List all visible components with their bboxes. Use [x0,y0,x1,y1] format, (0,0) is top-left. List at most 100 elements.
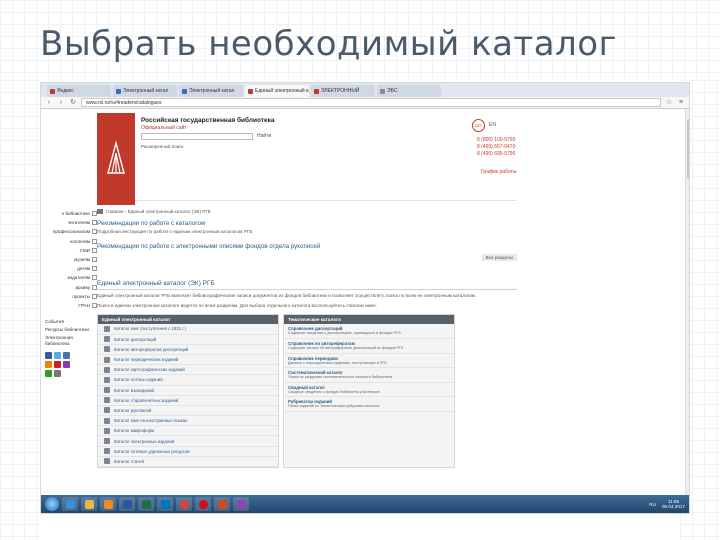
catalog-row[interactable]: Каталог авторефератов диссертаций [98,345,278,355]
browser-tab[interactable]: ЭЛЕКТРОННЫЙ [311,85,375,97]
scroll-thumb[interactable] [687,119,689,179]
catalog-row[interactable]: Каталог книг на иностранных языках [98,416,278,427]
sidebar-item-label: издателям [67,275,91,281]
sidebar-item[interactable]: архиву [41,283,99,292]
sidebar-item[interactable]: проекты [41,292,99,301]
catalog-link[interactable]: Каталог диссертаций [114,337,156,342]
sidebar-item[interactable]: профессионалам [41,227,99,236]
search-input[interactable] [141,133,253,140]
catalog-row[interactable]: Каталог нотных изданий [98,375,278,386]
social-icon[interactable] [45,361,52,369]
sidebar-item[interactable]: читателям [41,218,99,227]
social-icon[interactable] [45,370,52,378]
browser-tab[interactable]: Яндекс [47,85,111,97]
catalog-row[interactable]: Каталог изоизданий [98,386,278,396]
sidebar-item-label: коллегам [70,238,90,244]
browser-tab[interactable]: Электронный катал [179,85,243,97]
advanced-search-link[interactable]: Расширенный поиск [141,144,183,149]
url-input[interactable]: www.rsl.ru/ru/4readers/catalogues [81,98,661,107]
catalog-row[interactable]: Каталог диссертаций [98,335,278,345]
phone-numbers: 8 (800) 100-5790 8 (499) 557-0470 8 (495… [477,137,515,158]
taskbar-opera-icon[interactable] [195,497,211,511]
thematic-catalog-row[interactable]: Справочник периодики Данные о периодическ… [284,354,454,369]
catalog-link[interactable]: Каталог нотных изданий [114,377,163,382]
taskbar-explorer-icon[interactable] [81,497,97,511]
back-icon[interactable]: ‹ [45,99,53,107]
sidebar-item[interactable]: издателям [41,273,99,282]
catalog-link[interactable]: Каталог статей [114,459,144,464]
section-guide-title[interactable]: Рекомендации по работе с каталогом [97,220,517,227]
catalog-row[interactable]: Каталог книг (поступления с 1831 г.) [98,324,278,335]
thematic-catalog-row[interactable]: Сводный каталог Сводные сведения о фондах… [284,383,454,398]
catalog-row[interactable]: Каталог электронных изданий [98,436,278,447]
taskbar-paint-icon[interactable] [233,497,249,511]
sidebar-link[interactable]: События [41,318,99,326]
catalog-row[interactable]: Каталог периодических изданий [98,355,278,366]
clock[interactable]: 11:55 05.04.2017 [662,499,685,510]
sidebar-item[interactable]: ГРАН [41,301,99,310]
taskbar-chrome-icon[interactable] [176,497,192,511]
start-button[interactable] [45,497,59,511]
taskbar-outlook-icon[interactable] [157,497,173,511]
taskbar-ie-icon[interactable] [62,497,78,511]
sidebar-link[interactable]: Ресурсы библиотеки [41,326,99,334]
social-icon[interactable] [45,352,52,360]
browser-tab[interactable]: Единый электронный ка [245,85,309,97]
catalog-row[interactable]: Каталог старопечатных изданий [98,396,278,406]
social-icon[interactable] [63,352,70,360]
home-icon[interactable] [97,209,103,214]
taskbar-media-icon[interactable] [100,497,116,511]
taskbar-powerpoint-icon[interactable] [214,497,230,511]
thematic-catalog-row[interactable]: Справочник диссертаций Содержит сведения … [284,324,454,339]
sidebar-item[interactable]: музеям [41,255,99,264]
catalog-row[interactable]: Каталог сетевых удаленных ресурсов [98,447,278,457]
catalog-link[interactable]: Каталог рукописей [114,408,151,413]
catalog-link[interactable]: Каталог микроформ [114,428,154,433]
language-switch[interactable]: EN [489,122,496,128]
thematic-catalog-row[interactable]: Систематический каталог Поиск по разделам… [284,368,454,383]
catalog-row[interactable]: Каталог статей [98,457,278,468]
sidebar-item[interactable]: детям [41,264,99,273]
catalog-icon [104,376,110,383]
thematic-catalog-header: Тематические каталоги [284,315,454,325]
catalog-link[interactable]: Каталог периодических изданий [114,357,178,362]
catalog-link[interactable]: Каталог старопечатных изданий [114,398,178,403]
schedule-link[interactable]: График работы [481,169,516,175]
star-icon[interactable]: ☆ [665,99,673,107]
social-icon[interactable] [54,370,61,378]
social-icon[interactable] [54,352,61,360]
keyboard-language[interactable]: RU [649,502,656,507]
catalog-row[interactable]: Каталог рукописей [98,406,278,417]
reload-icon[interactable]: ↻ [69,99,77,107]
catalog-link[interactable]: Каталог книг (поступления с 1831 г.) [114,326,186,331]
menu-icon[interactable]: ≡ [677,99,685,107]
catalog-link[interactable]: Каталог книг на иностранных языках [114,418,187,423]
catalog-link[interactable]: Каталог электронных изданий [114,439,174,444]
catalog-link[interactable]: Каталог картографических изданий [114,367,185,372]
catalog-link[interactable]: Каталог изоизданий [114,388,154,393]
catalog-link[interactable]: Каталог сетевых удаленных ресурсов [114,449,190,454]
browser-tab[interactable]: ЭБС [377,85,441,97]
sidebar-item[interactable]: СМИ [41,246,99,255]
forward-icon[interactable]: › [57,99,65,107]
search-button[interactable]: Найти [257,133,271,139]
taskbar-word-icon[interactable] [119,497,135,511]
catalog-row[interactable]: Каталог картографических изданий [98,365,278,376]
all-sections-button[interactable]: Все разделы [481,253,517,261]
social-icon[interactable] [63,361,70,369]
breadcrumb-text[interactable]: Главная › Единый электронный каталог (ЭК… [106,209,211,214]
rsl-logo[interactable] [97,113,135,205]
sidebar-item[interactable]: о библиотеке [41,209,99,218]
page-scrollbar[interactable] [685,109,689,499]
taskbar-excel-icon[interactable] [138,497,154,511]
section-manuscripts-title[interactable]: Рекомендации по работе с электронными оп… [97,243,517,250]
thematic-catalog-row[interactable]: Справочник по авторефератам Содержит запи… [284,339,454,354]
browser-tab[interactable]: Электронный катал [113,85,177,97]
thematic-catalog-row[interactable]: Рубрикатор изданий Поиск изданий по темат… [284,397,454,412]
sidebar-item[interactable]: коллегам [41,237,99,246]
catalog-link[interactable]: Каталог авторефератов диссертаций [114,347,188,352]
address-bar: ‹ › ↻ www.rsl.ru/ru/4readers/catalogues … [41,97,689,109]
catalog-row[interactable]: Каталог микроформ [98,426,278,437]
sidebar-link[interactable]: Электронная библиотека [41,334,99,348]
social-icon[interactable] [54,361,61,369]
